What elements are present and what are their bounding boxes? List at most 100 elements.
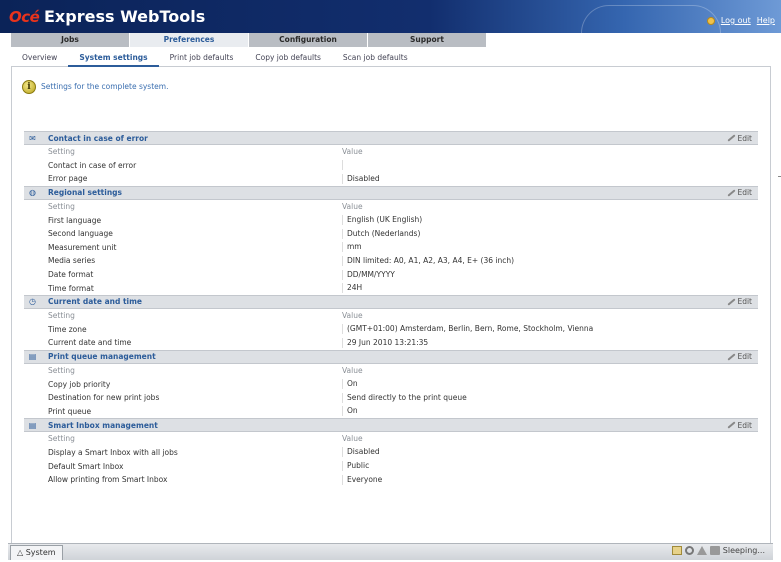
printer-icon[interactable] bbox=[709, 546, 720, 555]
tab-jobs[interactable]: Jobs bbox=[11, 33, 130, 47]
setting-name: Contact in case of error bbox=[48, 160, 137, 170]
col-value: Value bbox=[342, 365, 363, 375]
setting-value: Everyone bbox=[342, 474, 382, 485]
setting-row: Copy job priority On bbox=[24, 377, 758, 391]
system-tab-label: System bbox=[25, 548, 56, 557]
section-print-queue: ▤ Print queue management Edit Setting Val… bbox=[24, 349, 758, 419]
section-title: Contact in case of error bbox=[48, 133, 148, 143]
edit-button[interactable]: Edit bbox=[726, 297, 752, 307]
document-icon: ▤ bbox=[28, 352, 37, 362]
setting-value: DIN limited: A0, A1, A2, A3, A4, E+ (36 … bbox=[342, 255, 514, 266]
tab-configuration[interactable]: Configuration bbox=[249, 33, 368, 47]
globe-icon: ◍ bbox=[29, 188, 36, 198]
column-header-row: Setting Value bbox=[24, 364, 758, 378]
setting-value: English (UK English) bbox=[342, 215, 422, 226]
col-setting: Setting bbox=[48, 147, 75, 157]
subtab-overview[interactable]: Overview bbox=[11, 48, 68, 67]
setting-row: Print queue On bbox=[24, 405, 758, 419]
setting-value: mm bbox=[342, 242, 362, 253]
subtab-system-settings[interactable]: System settings bbox=[68, 48, 159, 67]
col-value: Value bbox=[342, 310, 363, 320]
setting-value: On bbox=[342, 406, 358, 417]
envelope-icon[interactable] bbox=[671, 546, 682, 555]
help-link[interactable]: Help bbox=[757, 16, 775, 25]
setting-name: Display a Smart Inbox with all jobs bbox=[48, 447, 178, 457]
oce-logo: Océ bbox=[9, 8, 40, 26]
settings-list: ✉ Contact in case of error Edit Setting V… bbox=[24, 131, 758, 542]
setting-row: Time zone (GMT+01:00) Amsterdam, Berlin, … bbox=[24, 323, 758, 337]
setting-value: (GMT+01:00) Amsterdam, Berlin, Bern, Rom… bbox=[342, 324, 593, 335]
column-header-row: Setting Value bbox=[24, 432, 758, 446]
section-title: Smart Inbox management bbox=[48, 420, 158, 430]
key-icon bbox=[706, 16, 715, 25]
setting-name: First language bbox=[48, 215, 102, 225]
edit-label: Edit bbox=[737, 297, 752, 307]
setting-name: Media series bbox=[48, 256, 96, 266]
gear-icon[interactable] bbox=[684, 546, 694, 555]
setting-value bbox=[342, 160, 347, 171]
info-message: i Settings for the complete system. bbox=[22, 80, 168, 94]
edit-button[interactable]: Edit bbox=[726, 420, 752, 430]
setting-value: 29 Jun 2010 13:21:35 bbox=[342, 337, 428, 348]
col-setting: Setting bbox=[48, 366, 75, 376]
logout-link[interactable]: Log out bbox=[721, 16, 751, 25]
setting-name: Date format bbox=[48, 270, 94, 280]
header-links: Log out Help bbox=[706, 16, 775, 25]
setting-name: Copy job priority bbox=[48, 379, 111, 389]
setting-value: Dutch (Nederlands) bbox=[342, 228, 420, 239]
setting-row: First language English (UK English) bbox=[24, 213, 758, 227]
section-header: ◷ Current date and time Edit bbox=[24, 294, 758, 309]
setting-row: Allow printing from Smart Inbox Everyone bbox=[24, 473, 758, 487]
col-setting: Setting bbox=[48, 202, 75, 212]
system-tab[interactable]: △ System bbox=[10, 545, 63, 560]
setting-row: Second language Dutch (Nederlands) bbox=[24, 227, 758, 241]
edit-label: Edit bbox=[737, 352, 752, 362]
status-area: Sleeping... bbox=[671, 546, 765, 555]
section-regional-settings: ◍ Regional settings Edit Setting Value Fi… bbox=[24, 185, 758, 295]
section-header: ▤ Print queue management Edit bbox=[24, 349, 758, 364]
section-date-time: ◷ Current date and time Edit Setting Valu… bbox=[24, 294, 758, 350]
subtab-scan-job-defaults[interactable]: Scan job defaults bbox=[332, 48, 419, 67]
envelope-icon: ✉ bbox=[29, 133, 36, 143]
warning-icon[interactable] bbox=[696, 546, 707, 555]
setting-row: Destination for new print jobs Send direc… bbox=[24, 391, 758, 405]
col-value: Value bbox=[342, 146, 363, 156]
header-decoration bbox=[581, 5, 721, 33]
subtab-print-job-defaults[interactable]: Print job defaults bbox=[159, 48, 245, 67]
section-contact-error: ✉ Contact in case of error Edit Setting V… bbox=[24, 131, 758, 186]
subtab-copy-job-defaults[interactable]: Copy job defaults bbox=[244, 48, 332, 67]
setting-value: 24H bbox=[342, 283, 362, 294]
setting-row: Current date and time 29 Jun 2010 13:21:3… bbox=[24, 336, 758, 350]
status-text: Sleeping... bbox=[722, 546, 765, 555]
pencil-icon bbox=[726, 133, 736, 143]
setting-row: Measurement unit mm bbox=[24, 241, 758, 255]
pencil-icon bbox=[726, 297, 736, 307]
setting-name: Current date and time bbox=[48, 338, 132, 348]
setting-row: Display a Smart Inbox with all jobs Disab… bbox=[24, 446, 758, 460]
setting-name: Second language bbox=[48, 229, 113, 239]
section-header: ◍ Regional settings Edit bbox=[24, 185, 758, 200]
tab-preferences[interactable]: Preferences bbox=[130, 33, 249, 47]
tab-support[interactable]: Support bbox=[368, 33, 487, 47]
col-setting: Setting bbox=[48, 311, 75, 321]
edit-button[interactable]: Edit bbox=[726, 188, 752, 198]
setting-row: Default Smart Inbox Public bbox=[24, 459, 758, 473]
section-title: Print queue management bbox=[48, 352, 156, 362]
setting-name: Allow printing from Smart Inbox bbox=[48, 475, 168, 485]
pencil-icon bbox=[726, 188, 736, 198]
setting-name: Destination for new print jobs bbox=[48, 393, 160, 403]
setting-name: Measurement unit bbox=[48, 242, 117, 252]
clock-icon: ◷ bbox=[29, 297, 36, 307]
setting-value: Public bbox=[342, 461, 369, 472]
pencil-icon bbox=[726, 352, 736, 362]
setting-value: On bbox=[342, 379, 358, 390]
setting-name: Error page bbox=[48, 174, 88, 184]
edit-label: Edit bbox=[737, 420, 752, 430]
setting-name: Print queue bbox=[48, 406, 92, 416]
section-smart-inbox: ▤ Smart Inbox management Edit Setting Val… bbox=[24, 418, 758, 486]
status-bar: △ System Sleeping... bbox=[8, 543, 773, 560]
edit-label: Edit bbox=[737, 188, 752, 198]
edit-button[interactable]: Edit bbox=[726, 352, 752, 362]
edit-button[interactable]: Edit bbox=[726, 133, 752, 143]
setting-name: Default Smart Inbox bbox=[48, 461, 124, 471]
